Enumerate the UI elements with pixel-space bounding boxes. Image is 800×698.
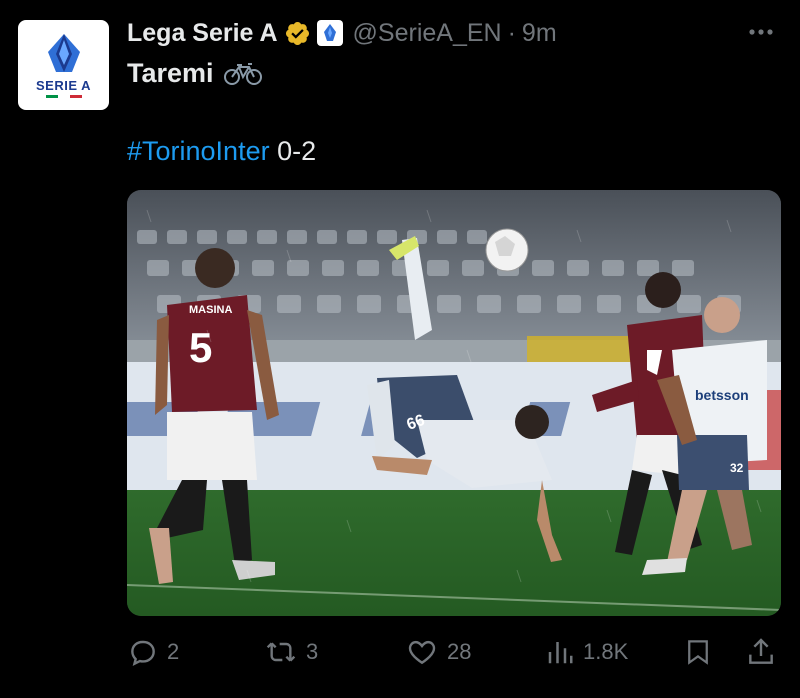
separator-dot: · [507, 18, 516, 47]
account-name[interactable]: Lega Serie A [127, 19, 278, 48]
heart-icon [408, 640, 436, 665]
serie-a-affiliate-icon [323, 24, 336, 41]
football-match-photo: 66 MASINA 5 betsson 32 [127, 190, 781, 616]
bookmark-icon [688, 640, 708, 665]
right-player-sponsor: betsson [695, 387, 749, 403]
right-player-number: 32 [730, 461, 744, 475]
match-score: 0-2 [269, 136, 317, 166]
more-options-icon[interactable] [748, 16, 774, 42]
tweet-text-line-2: #TorinoInter 0-2 [127, 136, 316, 167]
account-handle[interactable]: @SerieA_EN [353, 19, 502, 48]
avatar[interactable]: SERIE A [18, 20, 109, 110]
view-count: 1.8K [583, 639, 629, 664]
retweet-count: 3 [306, 639, 319, 664]
reply-count: 2 [167, 639, 180, 664]
like-button[interactable]: 28 [405, 628, 471, 676]
share-icon [749, 638, 773, 664]
italian-flag-stripe [45, 95, 82, 98]
views-button[interactable]: 1.8K [545, 628, 628, 676]
bicycle-emoji-icon [223, 62, 262, 85]
tweet-text-name: Taremi [127, 58, 214, 88]
retweet-icon [266, 642, 296, 662]
bookmark-button[interactable] [683, 628, 713, 676]
tweet-actions: 2 3 28 1.8K [127, 628, 781, 676]
reply-button[interactable]: 2 [127, 628, 179, 676]
serie-a-logo-icon [47, 34, 80, 72]
avatar-label: SERIE A [35, 78, 92, 93]
left-player-name: MASINA [189, 304, 232, 316]
tweet-text-line-1: Taremi [127, 58, 262, 89]
timestamp[interactable]: 9m [522, 19, 557, 48]
tweet-header: Lega Serie A @SerieA_EN · 9m [127, 16, 557, 50]
hashtag-link[interactable]: #TorinoInter [127, 136, 270, 166]
affiliate-badge[interactable] [316, 20, 343, 46]
like-count: 28 [447, 639, 472, 664]
verified-badge-icon[interactable] [284, 20, 311, 47]
left-player-number: 5 [189, 324, 212, 371]
retweet-button[interactable]: 3 [264, 628, 318, 676]
reply-icon [131, 640, 155, 666]
share-button[interactable] [745, 628, 777, 676]
tweet-photo[interactable]: 66 MASINA 5 betsson 32 [127, 190, 781, 616]
views-chart-icon [548, 642, 573, 664]
